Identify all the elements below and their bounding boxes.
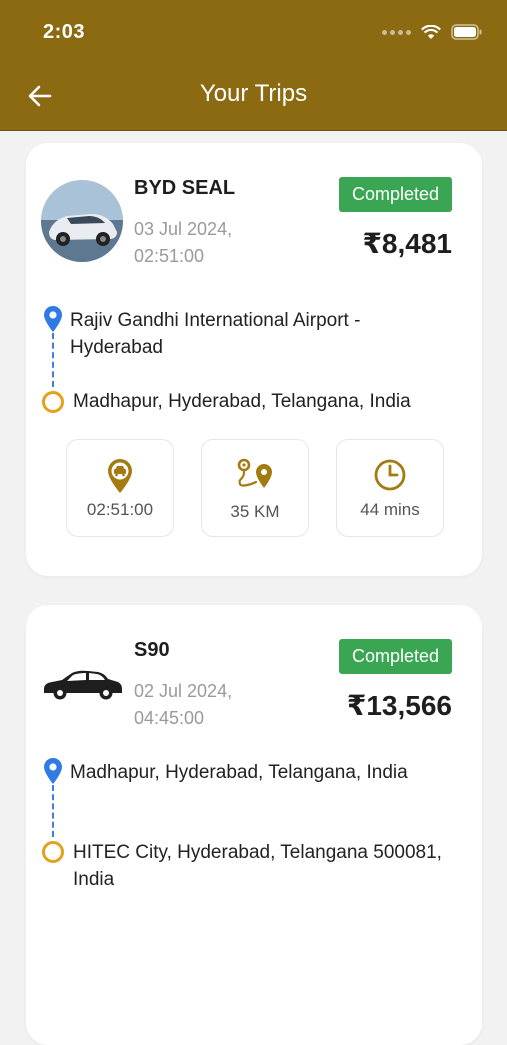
sedan-car-icon [44, 670, 122, 700]
status-badge: Completed [338, 639, 452, 674]
car-name: S90 [134, 639, 170, 661]
trip-card[interactable]: S90 02 Jul 2024, 04:45:00 Completed ₹13,… [26, 605, 482, 1045]
stat-duration: 44 mins [336, 439, 444, 537]
status-badge: Completed [338, 177, 452, 212]
route-connector [52, 785, 54, 837]
status-icons [382, 24, 483, 40]
stat-distance-value: 35 KM [230, 502, 280, 521]
dropoff-address: Madhapur, Hyderabad, Telangana, India [73, 391, 411, 412]
trip-date: 02 Jul 2024, [134, 681, 233, 701]
trip-time: 02:51:00 [134, 246, 205, 266]
trip-stats: 02:51:00 35 KM 44 mins [66, 439, 444, 537]
wifi-icon [421, 24, 441, 39]
trip-fare: ₹8,481 [362, 228, 452, 259]
pickup-address: Rajiv Gandhi International Airport - Hyd… [70, 310, 361, 358]
stat-duration-value: 44 mins [360, 500, 420, 519]
signal-icon [382, 29, 411, 35]
dropoff-address: HITEC City, Hyderabad, Telangana 500081,… [73, 842, 442, 890]
pickup-address: Madhapur, Hyderabad, Telangana, India [70, 762, 408, 783]
trip-datetime: 02 Jul 2024, 04:45:00 [134, 678, 232, 732]
dropoff-ring-icon [42, 841, 64, 863]
route-connector [52, 333, 54, 387]
stat-trip-time-value: 02:51:00 [86, 500, 154, 519]
pickup-pin-icon [44, 758, 62, 784]
battery-icon [451, 24, 482, 40]
status-time: 2:03 [43, 21, 86, 43]
trip-fare: ₹13,566 [346, 690, 452, 721]
clock-icon [374, 459, 406, 491]
app-header: 2:03 Your Trips [0, 0, 507, 131]
car-name: BYD SEAL [134, 177, 236, 199]
pickup-pin-icon [44, 306, 62, 332]
route-icon [237, 458, 272, 488]
stat-distance: 35 KM [201, 439, 309, 537]
page-title: Your Trips [199, 80, 308, 107]
trip-date: 03 Jul 2024, [134, 219, 233, 239]
taxi-pin-icon [108, 459, 132, 493]
dropoff-ring-icon [42, 391, 64, 413]
trip-time: 04:45:00 [134, 708, 205, 728]
trip-card[interactable]: BYD SEAL 03 Jul 2024, 02:51:00 Completed… [26, 143, 482, 576]
trip-datetime: 03 Jul 2024, 02:51:00 [134, 216, 232, 270]
car-photo [41, 180, 123, 262]
stat-trip-time: 02:51:00 [66, 439, 174, 537]
